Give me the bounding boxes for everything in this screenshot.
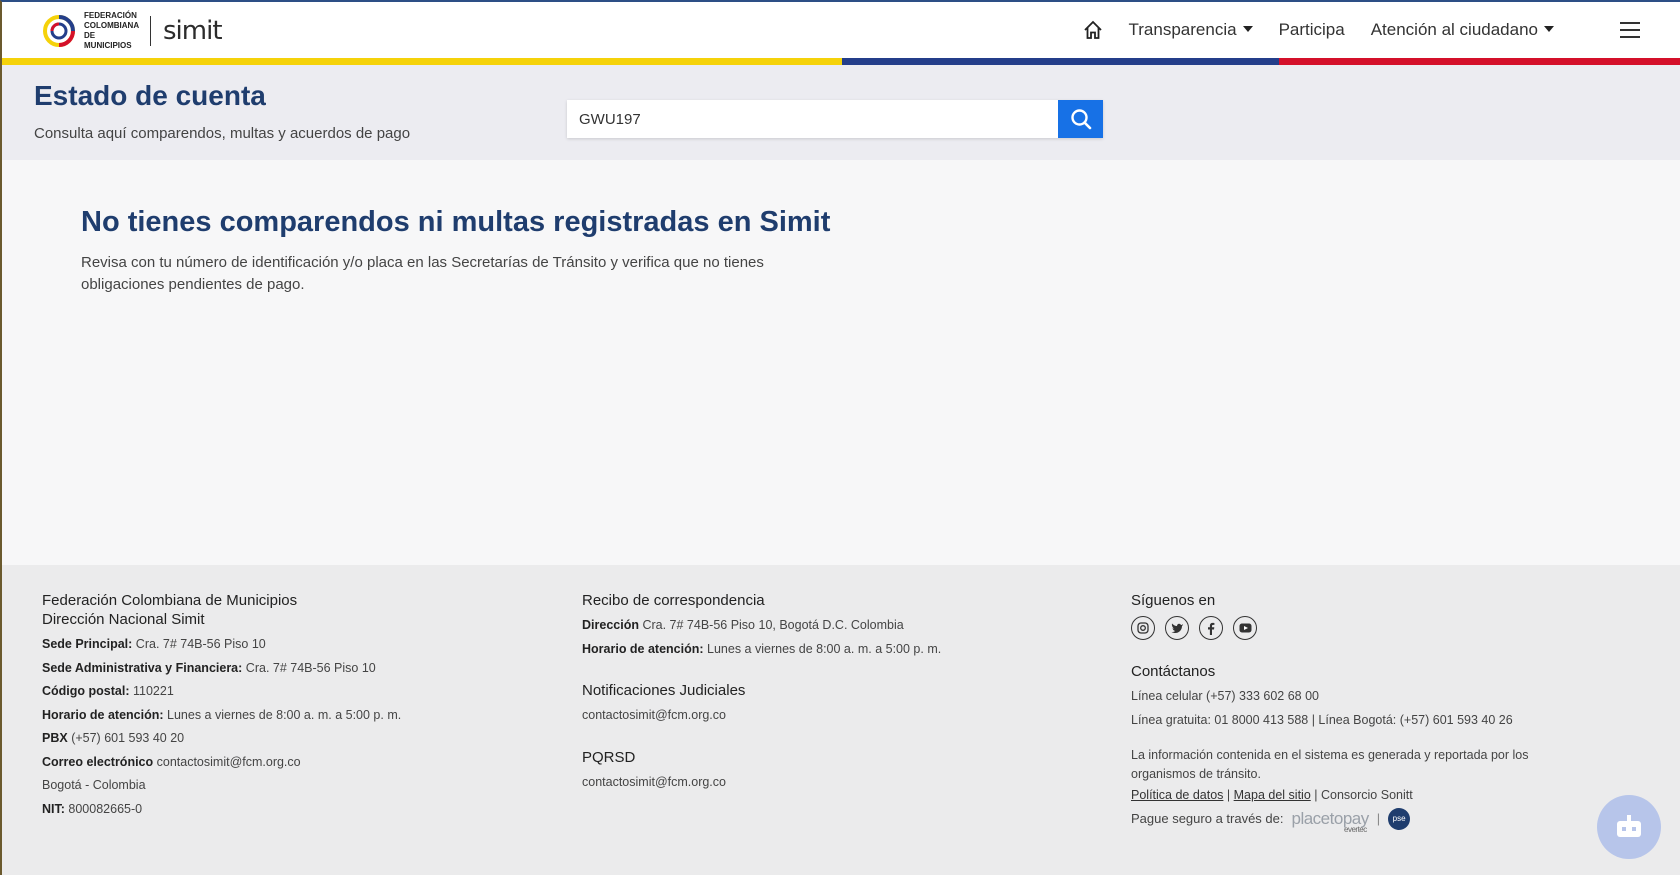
nav-transparencia-label: Transparencia [1128,20,1237,39]
footer-pbx: PBX (+57) 601 593 40 20 [42,731,185,745]
chevron-down-icon [1544,26,1554,32]
main-nav: Transparencia Participa Atención al ciud… [1083,2,1640,58]
footer-sede-principal: Sede Principal: Cra. 7# 74B-56 Piso 10 [42,637,266,651]
footer-social-contact: Síguenos en Contáctanos Línea celular (+… [1131,591,1551,834]
sitemap-link[interactable]: Mapa del sitio [1234,788,1311,802]
footer-judicial-email[interactable]: contactosimit@fcm.org.co [582,704,941,728]
footer-legal-links: Política de datos | Mapa del sitio | Con… [1131,788,1413,802]
footer-codigo-postal: Código postal: 110221 [42,684,174,698]
no-results-heading: No tienes comparendos ni multas registra… [81,206,831,238]
top-navbar: Federación Colombiana de Municipios simi… [2,2,1680,58]
footer: Federación Colombiana de Municipios Dire… [2,565,1680,875]
placetopay-logo[interactable]: placetopay evertec [1292,809,1370,834]
social-links [1131,616,1551,640]
account-status-header: Estado de cuenta Consulta aquí comparend… [2,65,1680,160]
consortium-name: Consorcio Sonitt [1320,788,1413,802]
fcm-logo-icon [43,15,75,47]
results-panel: No tienes comparendos ni multas registra… [2,160,1680,565]
footer-horario-correspondencia: Horario de atención: Lunes a viernes de … [582,641,942,656]
nav-atencion-ciudadano[interactable]: Atención al ciudadano [1371,20,1554,40]
stripe-blue [842,58,1279,65]
footer-judicial-title: Notificaciones Judiciales [582,682,746,699]
footer-phone-mobile: Línea celular (+57) 333 602 68 00 [1131,689,1319,703]
menu-hamburger-icon[interactable] [1620,22,1640,38]
page-subtitle: Consulta aquí comparendos, multas y acue… [34,125,411,142]
footer-pqrsd-email[interactable]: contactosimit@fcm.org.co [582,771,941,795]
nav-transparencia[interactable]: Transparencia [1129,20,1253,40]
search-button[interactable] [1058,100,1103,138]
footer-disclaimer: La información contenida en el sistema e… [1131,748,1529,781]
footer-org-division: Dirección Nacional Simit [42,611,205,628]
footer-direccion: Dirección Cra. 7# 74B-56 Piso 10, Bogotá… [582,618,904,632]
footer-nit: NIT: 800082665-0 [42,801,143,816]
footer-email: Correo electrónico contactosimit@fcm.org… [42,754,301,769]
home-link[interactable] [1083,20,1103,40]
privacy-policy-link[interactable]: Política de datos [1131,788,1223,802]
payment-providers: Pague seguro a través de: placetopay eve… [1131,807,1551,834]
facebook-icon[interactable] [1199,616,1223,640]
plate-search-input[interactable] [567,100,1058,138]
page-title: Estado de cuenta [34,80,266,111]
footer-phone-free: Línea gratuita: 01 8000 413 588 | Línea … [1131,712,1513,727]
footer-follow-title: Síguenos en [1131,592,1216,609]
instagram-icon[interactable] [1131,616,1155,640]
flag-stripe [2,58,1680,65]
footer-correspondence: Recibo de correspondencia Dirección Cra.… [582,591,941,794]
home-icon [1083,20,1102,39]
youtube-icon[interactable] [1233,616,1257,640]
logo-divider [150,16,151,46]
chevron-down-icon [1242,26,1253,32]
footer-city: Bogotá - Colombia [42,778,146,792]
pay-label: Pague seguro a través de: [1131,811,1284,826]
footer-fcm-info: Federación Colombiana de Municipios Dire… [42,591,401,821]
footer-pqrsd-title: PQRSD [582,748,636,766]
no-results-message: Revisa con tu número de identificación y… [81,254,764,293]
search-icon [1070,109,1091,130]
stripe-yellow [2,58,842,65]
robot-icon [1617,815,1641,837]
chatbot-button[interactable] [1597,795,1661,859]
nav-participa-label: Participa [1278,20,1345,39]
logo-line-2: Colombiana [84,21,140,30]
footer-contact-title: Contáctanos [1131,663,1216,680]
evertec-text: evertec [1344,824,1367,834]
stripe-red [1279,58,1680,65]
footer-correspondence-title: Recibo de correspondencia [582,592,765,609]
simit-wordmark: simit [163,16,223,46]
twitter-icon[interactable] [1165,616,1189,640]
pse-logo-icon[interactable]: pse [1388,807,1411,830]
footer-sede-administrativa: Sede Administrativa y Financiera: Cra. 7… [42,660,376,675]
logo-line-1: Federación [84,11,137,20]
nav-atencion-label: Atención al ciudadano [1370,20,1538,39]
footer-org-name: Federación Colombiana de Municipios [42,592,298,609]
fcm-logo-text: Federación Colombiana de Municipios [84,11,140,51]
footer-horario: Horario de atención: Lunes a viernes de … [42,707,402,722]
fcm-simit-logo[interactable]: Federación Colombiana de Municipios simi… [42,10,223,52]
nav-participa[interactable]: Participa [1279,20,1345,40]
search-bar [567,100,1103,138]
logo-line-3: de Municipios [84,31,132,50]
